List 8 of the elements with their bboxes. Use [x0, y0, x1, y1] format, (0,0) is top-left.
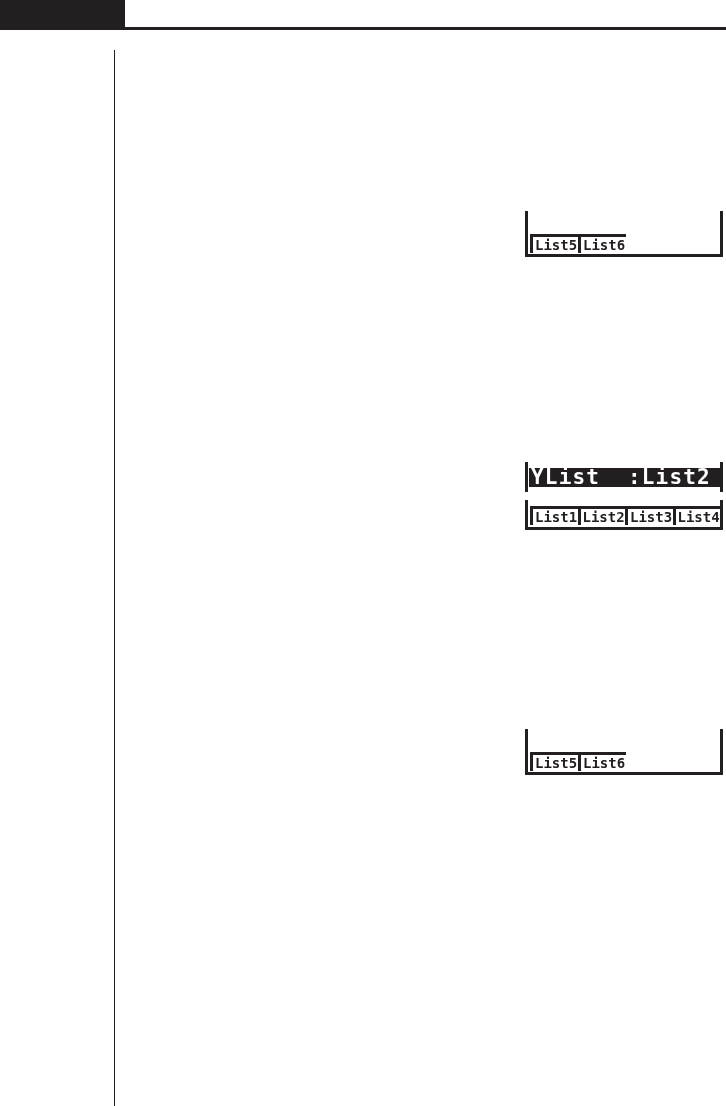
function-key: List6: [578, 752, 626, 771]
function-key: List5: [530, 234, 578, 253]
function-key: List1: [530, 506, 578, 525]
function-key: List2: [577, 506, 625, 525]
function-key: List4: [672, 506, 720, 525]
function-key: List6: [578, 234, 626, 253]
function-key: List5: [530, 752, 578, 771]
function-key: List3: [625, 506, 673, 525]
